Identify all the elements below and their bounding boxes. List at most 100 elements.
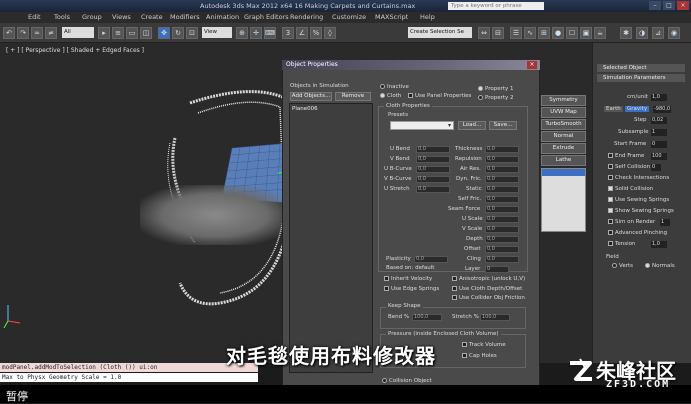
undo-icon[interactable]: ↶ <box>3 27 15 39</box>
pivot-icon[interactable]: ⊕ <box>236 27 248 39</box>
turbosmooth-button[interactable]: TurboSmooth <box>541 119 586 130</box>
normals-radio[interactable]: Normals <box>645 263 675 269</box>
material-editor-icon[interactable]: ● <box>552 27 564 39</box>
align-icon[interactable]: ⊟ <box>492 27 504 39</box>
u-bend-field[interactable]: 0,0 <box>416 146 450 153</box>
scale-icon[interactable]: ⊡ <box>186 27 198 39</box>
rendered-frame-icon[interactable]: ▣ <box>580 27 592 39</box>
use-panel-properties-checkbox[interactable]: Use Panel Properties <box>408 93 471 99</box>
self-fric-field[interactable]: 0,0 <box>485 196 519 203</box>
u-stretch-field[interactable]: 0,0 <box>416 186 450 193</box>
thickness-field[interactable]: 0,0 <box>485 146 519 153</box>
uvw-map-button[interactable]: UVW Map <box>541 107 586 118</box>
collision-object-radio[interactable]: Collision Object <box>382 378 432 384</box>
v-bend-field[interactable]: 0,0 <box>416 156 450 163</box>
save-button[interactable]: Save... <box>489 121 517 130</box>
objects-list[interactable] <box>289 103 373 373</box>
keyboard-shortcut-icon[interactable]: ⌨ <box>264 27 276 39</box>
region-select-icon[interactable]: ▭ <box>126 27 138 39</box>
u-b-curve-field[interactable]: 0,0 <box>416 166 450 173</box>
select-by-name-icon[interactable]: ≡ <box>112 27 124 39</box>
cloth-radio[interactable]: Cloth <box>380 93 401 99</box>
layer-icon[interactable]: ☰ <box>510 27 522 39</box>
render-setup-icon[interactable]: ☐ <box>566 27 578 39</box>
select-icon[interactable]: ▸ <box>98 27 110 39</box>
inherit-velocity-checkbox[interactable]: Inherit Velocity <box>384 276 432 282</box>
reference-coordinate-dropdown[interactable]: View <box>202 27 232 38</box>
cm-unit-field[interactable]: 1,0 <box>651 94 667 101</box>
minimize-icon[interactable]: – <box>649 1 661 10</box>
plasticity-field[interactable]: 0,0 <box>414 256 448 263</box>
stretch-pct-field[interactable]: 100,0 <box>480 314 510 321</box>
air-res-field[interactable]: 0,0 <box>485 166 519 173</box>
repulsion-field[interactable]: 0,0 <box>485 156 519 163</box>
presets-dropdown[interactable]: ▾ <box>390 121 454 130</box>
list-item-plane006[interactable]: Plane006 <box>292 106 318 112</box>
menu-help[interactable]: Help <box>420 12 435 23</box>
dialog-close-icon[interactable]: × <box>527 61 537 69</box>
unlink-icon[interactable]: ≠ <box>45 27 57 39</box>
curve-editor-icon[interactable]: ∿ <box>524 27 536 39</box>
start-frame-field[interactable]: 0 <box>651 141 667 148</box>
track-volume-checkbox[interactable]: Track Volume <box>462 342 506 348</box>
inactive-radio[interactable]: Inactive <box>380 84 409 90</box>
menu-maxscript[interactable]: MAXScript <box>375 12 408 23</box>
gravity-field[interactable]: -980,0 <box>653 106 671 113</box>
check-intersections-checkbox[interactable]: Check Intersections <box>608 175 669 181</box>
remove-button[interactable]: Remove <box>335 92 371 101</box>
modifier-stack-selected[interactable] <box>542 169 585 176</box>
offset-field[interactable]: 0,0 <box>485 246 519 253</box>
extrude-button[interactable]: Extrude <box>541 143 586 154</box>
viewport-label[interactable]: [ + ] [ Perspective ] [ Shaded + Edged F… <box>6 47 144 54</box>
create-tab-icon[interactable]: ✱ <box>620 27 632 39</box>
modify-tab-icon[interactable]: ◑ <box>636 27 648 39</box>
menu-tools[interactable]: Tools <box>54 12 70 23</box>
sim-on-render-checkbox[interactable]: Sim on Render <box>608 219 655 225</box>
normal-button[interactable]: Normal <box>541 131 586 142</box>
verts-radio[interactable]: Verts <box>612 263 633 269</box>
menu-graph-editors[interactable]: Graph Editors <box>244 12 289 23</box>
v-b-curve-field[interactable]: 0,0 <box>416 176 450 183</box>
link-icon[interactable]: ∞ <box>31 27 43 39</box>
spinner-snap-icon[interactable]: ◊ <box>324 27 336 39</box>
v-scale-field[interactable]: 0,0 <box>485 226 519 233</box>
menu-create[interactable]: Create <box>141 12 163 23</box>
angle-snap-icon[interactable]: ∠ <box>296 27 308 39</box>
property2-radio[interactable]: Property 2 <box>478 95 514 101</box>
dyn-fric-field[interactable]: 0,0 <box>485 176 519 183</box>
rotate-icon[interactable]: ↻ <box>172 27 184 39</box>
search-input[interactable]: Type a keyword or phrase <box>448 2 544 10</box>
select-manipulate-icon[interactable]: ✛ <box>250 27 262 39</box>
close-icon[interactable]: × <box>677 1 689 10</box>
sim-on-render-field[interactable]: 1 <box>660 219 670 226</box>
earth-button[interactable]: Earth <box>604 106 623 112</box>
solid-collision-checkbox[interactable]: Solid Collision <box>608 186 653 192</box>
self-collision-field[interactable]: 0 <box>651 164 661 171</box>
schematic-icon[interactable]: ⊞ <box>538 27 550 39</box>
cling-field[interactable]: 0,0 <box>485 256 519 263</box>
modifier-stack-list[interactable] <box>541 168 586 232</box>
use-edge-springs-checkbox[interactable]: Use Edge Springs <box>384 286 439 292</box>
cap-holes-checkbox[interactable]: Cap Holes <box>462 353 497 359</box>
static-field[interactable]: 0,0 <box>485 186 519 193</box>
load-button[interactable]: Load... <box>458 121 486 130</box>
property1-radio[interactable]: Property 1 <box>478 86 514 92</box>
lathe-button[interactable]: Lathe <box>541 155 586 166</box>
named-selection-set-dropdown[interactable]: Create Selection Se <box>408 27 472 38</box>
menu-customize[interactable]: Customize <box>332 12 366 23</box>
menu-rendering[interactable]: Rendering <box>290 12 323 23</box>
hierarchy-tab-icon[interactable]: ⊿ <box>652 27 664 39</box>
simulation-parameters-rollout[interactable]: Simulation Parameters <box>597 74 685 82</box>
tension-checkbox[interactable]: Tension <box>608 241 636 247</box>
layer-field[interactable]: 0 <box>485 266 509 273</box>
motion-tab-icon[interactable]: ◉ <box>668 27 680 39</box>
render-icon[interactable]: ☕ <box>594 27 606 39</box>
step-field[interactable]: 0,02 <box>651 117 667 124</box>
menu-animation[interactable]: Animation <box>206 12 239 23</box>
menu-group[interactable]: Group <box>82 12 102 23</box>
show-sewing-springs-checkbox[interactable]: Show Sewing Springs <box>608 208 674 214</box>
move-icon[interactable]: ✥ <box>158 27 170 39</box>
redo-icon[interactable]: ↷ <box>17 27 29 39</box>
advanced-pinching-checkbox[interactable]: Advanced Pinching <box>608 230 667 236</box>
menu-views[interactable]: Views <box>112 12 131 23</box>
